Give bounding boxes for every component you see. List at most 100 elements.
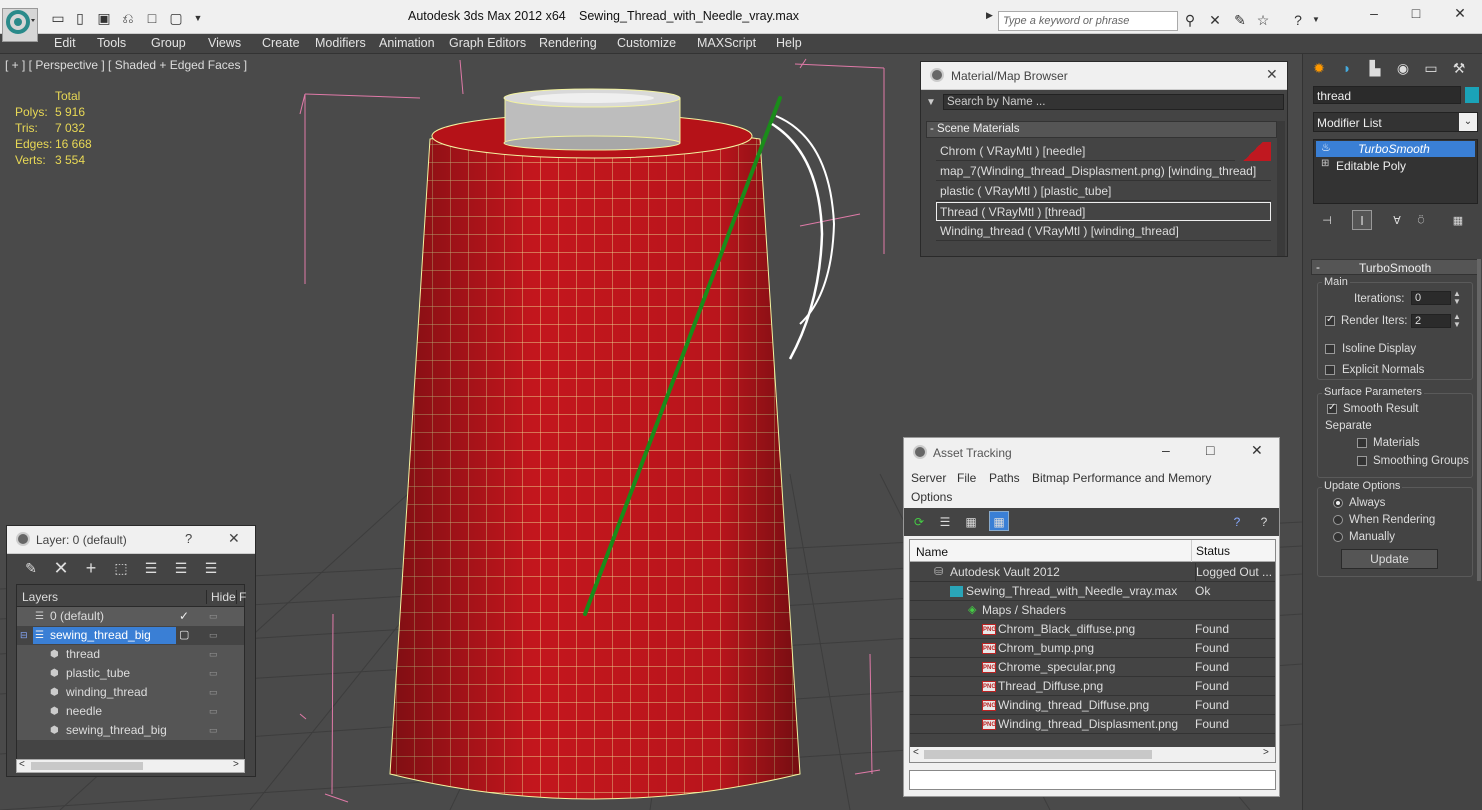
expand-icon[interactable]: ⊞ (1321, 158, 1329, 169)
configure-sets-icon[interactable]: ▦ (1448, 211, 1468, 231)
options-dropdown-icon[interactable]: ▼ (926, 97, 936, 108)
col-hide[interactable]: Hide (206, 590, 236, 604)
current-layer-icon[interactable]: ▢ (179, 626, 189, 645)
collapse-icon[interactable]: ⊟ (20, 626, 28, 645)
spinner-arrows-icon[interactable]: ▲ ▼ (1453, 290, 1461, 306)
hide-toggle-icon[interactable]: ▭ (209, 664, 218, 683)
material-scrollbar[interactable] (1277, 121, 1285, 256)
menu-tools[interactable]: Tools (97, 36, 126, 50)
hide-toggle-icon[interactable]: ▭ (209, 645, 218, 664)
delete-layer-icon[interactable]: ✕ (51, 558, 71, 578)
scene-materials-header[interactable]: - Scene Materials (926, 121, 1277, 138)
maximize-icon[interactable]: □ (1206, 442, 1214, 458)
pin-stack-icon[interactable]: ⊣ (1317, 211, 1337, 231)
help-dropdown-icon[interactable]: ▼ (1306, 10, 1326, 30)
smooth-result-checkbox[interactable]: ✓ (1327, 402, 1337, 414)
modify-tab-icon[interactable]: ◗ (1337, 58, 1357, 78)
always-radio[interactable] (1333, 498, 1343, 508)
minimize-icon[interactable]: – (1162, 442, 1170, 458)
hide-toggle-icon[interactable]: ▭ (209, 607, 218, 626)
help-icon[interactable]: ? (1227, 512, 1247, 532)
active-layer-check-icon[interactable]: ✓ (179, 607, 189, 626)
help-button[interactable]: ? (185, 531, 192, 546)
viewport-label[interactable]: [ + ] [ Perspective ] [ Shaded + Edged F… (5, 58, 247, 72)
asset-menu-server[interactable]: Server (911, 471, 946, 485)
project-folder-icon[interactable]: ▢ (166, 8, 186, 28)
menu-edit[interactable]: Edit (54, 36, 76, 50)
menu-group[interactable]: Group (151, 36, 186, 50)
close-icon[interactable]: ✕ (1266, 66, 1278, 83)
menu-maxscript[interactable]: MAXScript (697, 36, 756, 50)
search-arrow-icon[interactable]: ▶ (986, 10, 993, 21)
hide-toggle-icon[interactable]: ▭ (209, 626, 218, 645)
material-item[interactable]: map_7(Winding_thread_Displasment.png) [w… (936, 162, 1271, 181)
asset-menu-file[interactable]: File (957, 471, 976, 485)
close-icon[interactable]: ✕ (1450, 3, 1470, 23)
layer-row-selected[interactable]: ⊟ ☰ sewing_thread_big ▢ ▭ (17, 626, 244, 645)
render-iters-spinner[interactable]: 2 (1411, 314, 1451, 328)
layer-hscrollbar[interactable]: < > (16, 759, 245, 773)
show-end-result-icon[interactable]: Ⅰ (1352, 210, 1372, 230)
make-unique-icon[interactable]: ∀ (1387, 211, 1407, 231)
maximize-icon[interactable]: □ (1406, 3, 1426, 23)
layer-object-row[interactable]: ⬢ thread ▭ (17, 645, 244, 664)
context-help-icon[interactable]: ? (1254, 512, 1274, 532)
menu-views[interactable]: Views (208, 36, 241, 50)
spinner-arrows-icon[interactable]: ▲ ▼ (1453, 313, 1461, 329)
when-rendering-radio[interactable] (1333, 515, 1343, 525)
layer-object-row[interactable]: ⬢ winding_thread ▭ (17, 683, 244, 702)
manually-radio[interactable] (1333, 532, 1343, 542)
tools-icon[interactable]: ✕ (1205, 10, 1225, 30)
asset-row[interactable]: ⛁ Autodesk Vault 2012 Logged Out ... (910, 563, 1275, 582)
material-item[interactable]: plastic ( VRayMtl ) [plastic_tube] (936, 182, 1271, 201)
undo-icon[interactable]: ⎌ (118, 8, 138, 28)
app-logo-icon[interactable] (2, 8, 38, 42)
menu-help[interactable]: Help (776, 36, 802, 50)
scroll-right-icon[interactable]: > (1263, 747, 1269, 758)
material-item-selected[interactable]: Thread ( VRayMtl ) [thread] (936, 202, 1271, 221)
scroll-left-icon[interactable]: < (19, 759, 25, 770)
create-layer-icon[interactable]: ✎ (21, 558, 41, 578)
menu-create[interactable]: Create (262, 36, 300, 50)
close-icon[interactable]: ✕ (1251, 442, 1263, 459)
help-search-input[interactable]: Type a keyword or phrase (998, 11, 1178, 31)
create-tab-icon[interactable]: ✹ (1309, 58, 1329, 78)
update-button[interactable]: Update (1341, 549, 1438, 569)
binoculars-icon[interactable]: ⚲ (1180, 10, 1200, 30)
stack-item-editable-poly[interactable]: ⊞ Editable Poly (1316, 158, 1475, 174)
col-layers[interactable]: Layers (22, 590, 58, 604)
stack-item-turbosmooth[interactable]: ♨ TurboSmooth (1316, 141, 1475, 157)
col-name[interactable]: Name (916, 545, 948, 559)
open-file-icon[interactable]: ▯ (70, 8, 90, 28)
asset-tracking-titlebar[interactable]: Asset Tracking – □ ✕ (904, 438, 1279, 468)
asset-menu-paths[interactable]: Paths (989, 471, 1020, 485)
menu-modifiers[interactable]: Modifiers (315, 36, 366, 50)
minimize-icon[interactable]: – (1364, 3, 1384, 23)
redo-icon[interactable]: □ (142, 8, 162, 28)
hide-toggle-icon[interactable]: ▭ (209, 721, 218, 740)
scroll-left-icon[interactable]: < (913, 747, 919, 758)
scroll-right-icon[interactable]: > (233, 759, 239, 770)
asset-row[interactable]: Sewing_Thread_with_Needle_vray.max Ok (910, 582, 1275, 601)
refresh-icon[interactable]: ⟳ (909, 512, 929, 532)
smoothing-groups-checkbox[interactable] (1357, 456, 1367, 466)
utilities-tab-icon[interactable]: ⚒ (1449, 58, 1469, 78)
asset-row[interactable]: PNG Chrome_specular.png Found (910, 658, 1275, 677)
asset-row[interactable]: PNG Winding_thread_Diffuse.png Found (910, 696, 1275, 715)
comm-center-icon[interactable]: ✎ (1230, 10, 1250, 30)
material-browser-titlebar[interactable]: Material/Map Browser ✕ (921, 62, 1287, 90)
render-iters-checkbox[interactable]: ✓ (1325, 314, 1335, 326)
col-status[interactable]: Status (1191, 540, 1230, 562)
layer-row[interactable]: ☰ 0 (default) ✓ ▭ (17, 607, 244, 626)
thumbnail-view-icon[interactable]: ▦ (961, 512, 981, 532)
material-search-input[interactable]: Search by Name ... (943, 94, 1284, 110)
scroll-thumb[interactable] (31, 762, 143, 770)
asset-row[interactable]: PNG Thread_Diffuse.png Found (910, 677, 1275, 696)
dropdown-arrow-icon[interactable]: ▼ (188, 8, 208, 28)
menu-animation[interactable]: Animation (379, 36, 435, 50)
remove-modifier-icon[interactable]: ⍥ (1411, 211, 1431, 231)
motion-tab-icon[interactable]: ◉ (1393, 58, 1413, 78)
asset-row[interactable]: PNG Chrom_Black_diffuse.png Found (910, 620, 1275, 639)
hierarchy-tab-icon[interactable]: ▙ (1365, 58, 1385, 78)
material-item[interactable]: Winding_thread ( VRayMtl ) [winding_thre… (936, 222, 1271, 241)
